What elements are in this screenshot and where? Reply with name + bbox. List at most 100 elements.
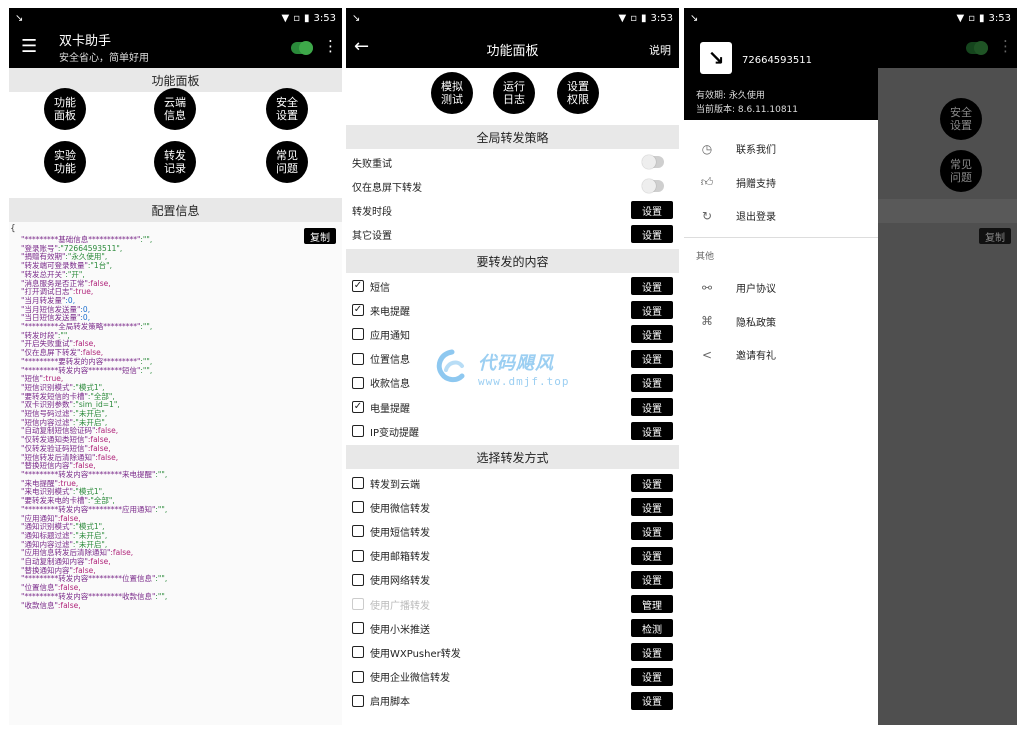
signal-icon: ↘ <box>690 12 699 24</box>
setting-button[interactable]: 设置 <box>631 422 673 441</box>
setting-row: ✓ 短信 设置 <box>346 274 679 298</box>
app-subtitle: 安全省心，简单好用 <box>59 53 149 64</box>
setting-button[interactable]: 设置 <box>631 277 673 295</box>
setting-label: 使用短信转发 <box>370 527 430 539</box>
sim-icon: ▫ <box>968 12 976 24</box>
master-toggle[interactable] <box>291 41 313 55</box>
help-button[interactable]: 说明 <box>649 42 671 58</box>
faq-button[interactable]: 常见 问题 <box>266 141 308 183</box>
setting-button[interactable]: 设置 <box>631 498 673 517</box>
bg-faq-button: 常见 问题 <box>940 150 982 192</box>
wifi-icon: ▼ <box>281 12 290 24</box>
setting-button[interactable]: 设置 <box>631 474 673 492</box>
setting-button[interactable]: 设置 <box>631 546 673 565</box>
setting-button[interactable]: 设置 <box>631 522 673 541</box>
checkbox[interactable] <box>352 477 364 489</box>
setting-label: 电量提醒 <box>370 403 410 415</box>
setting-row: 使用短信转发 设置 <box>346 519 679 543</box>
setting-label: 使用企业微信转发 <box>370 673 450 685</box>
drawer-item[interactable]: ⚯ 用户协议 <box>684 271 878 304</box>
run-log-button[interactable]: 运行 日志 <box>493 72 535 114</box>
setting-row: 使用WXPusher转发 设置 <box>346 640 679 664</box>
function-panel-button[interactable]: 功能 面板 <box>44 88 86 130</box>
checkbox[interactable] <box>352 376 364 389</box>
checkbox[interactable] <box>352 573 364 586</box>
setting-button[interactable]: 设置 <box>631 373 673 392</box>
checkbox[interactable] <box>352 425 364 438</box>
checkbox[interactable] <box>352 352 364 365</box>
setting-row: 失败重试 <box>346 150 679 174</box>
setting-toggle[interactable] <box>642 155 664 169</box>
drawer-item[interactable]: ↻ 退出登录 <box>684 199 878 232</box>
checkbox[interactable] <box>352 646 364 659</box>
cloud-info-button[interactable]: 云端 信息 <box>154 88 196 130</box>
security-settings-button[interactable]: 安全 设置 <box>266 88 308 130</box>
checkbox[interactable] <box>352 525 364 538</box>
setting-button[interactable]: 设置 <box>631 570 673 589</box>
menu-icon[interactable]: ☰ <box>21 37 37 57</box>
checkbox[interactable] <box>352 549 364 562</box>
setting-row: 其它设置 设置 <box>346 222 679 246</box>
experimental-button[interactable]: 实验 功能 <box>44 141 86 183</box>
checkbox[interactable] <box>352 598 364 610</box>
checkbox[interactable] <box>352 694 364 707</box>
link-icon: ⚯ <box>701 280 713 295</box>
setting-label: 转发到云端 <box>370 479 420 491</box>
forward-log-button[interactable]: 转发 记录 <box>154 141 196 183</box>
setting-button[interactable]: 设置 <box>631 643 673 662</box>
checkbox-checked[interactable]: ✓ <box>352 280 364 292</box>
setting-button[interactable]: 设置 <box>631 325 673 344</box>
setting-button[interactable]: 设置 <box>631 349 673 368</box>
setting-label: 使用广播转发 <box>370 600 430 612</box>
drawer-item[interactable]: ◷ 联系我们 <box>684 132 878 165</box>
status-time: 3:53 <box>650 12 673 24</box>
watermark: 代码飓风 www.dmjf.top <box>432 346 602 390</box>
checkbox-checked[interactable]: ✓ <box>352 304 364 317</box>
account-number: 72664593511 <box>742 55 812 66</box>
drawer-item[interactable]: 👍︎ 捐赠支持 <box>684 166 878 199</box>
setting-button[interactable]: 设置 <box>631 301 673 320</box>
drawer-item-label: 隐私政策 <box>736 317 776 329</box>
setting-label: 短信 <box>370 282 390 294</box>
drawer-item[interactable]: ⌘ 隐私政策 <box>684 305 878 338</box>
sim-icon: ▫ <box>293 12 301 24</box>
setting-button[interactable]: 设置 <box>631 691 673 710</box>
setting-button[interactable]: 管理 <box>631 595 673 613</box>
version-text: 当前版本: 8.6.11.10811 <box>696 105 799 115</box>
setting-button[interactable]: 设置 <box>631 667 673 686</box>
set-permission-button[interactable]: 设置 权限 <box>557 72 599 114</box>
watermark-url: www.dmjf.top <box>478 374 570 388</box>
simulate-test-button[interactable]: 模拟 测试 <box>431 72 473 114</box>
setting-label: 来电提醒 <box>370 306 410 318</box>
setting-button[interactable]: 设置 <box>631 201 673 219</box>
logout-icon: ↻ <box>701 208 713 223</box>
app-logo: ↘ <box>700 42 732 74</box>
setting-button[interactable]: 设置 <box>631 225 673 243</box>
setting-label: 使用网络转发 <box>370 576 430 588</box>
copy-button[interactable]: 复制 <box>304 228 336 244</box>
drawer-header: ↘ 72664593511 有效期: 永久使用 当前版本: 8.6.11.108… <box>684 28 878 120</box>
setting-label: 使用微信转发 <box>370 503 430 515</box>
screen-drawer: ↘ ▼ ▫ ▮ 3:53 ⋮ 安全 设置 常见 问题 复制 ↘ 7266459351… <box>684 8 1017 725</box>
drawer-item-label: 退出登录 <box>736 212 776 223</box>
checkbox[interactable] <box>352 670 364 683</box>
drawer-item[interactable]: < 邀请有礼 <box>684 338 878 371</box>
setting-toggle[interactable] <box>642 179 664 193</box>
panel-toolbar: ← 功能面板 说明 <box>346 28 679 68</box>
checkbox[interactable] <box>352 622 364 635</box>
setting-button[interactable]: 设置 <box>631 398 673 416</box>
status-time: 3:53 <box>988 12 1011 24</box>
bg-copy-button: 复制 <box>979 228 1011 244</box>
checkbox[interactable] <box>352 328 364 341</box>
setting-row: ✓ 来电提醒 设置 <box>346 298 679 322</box>
checkbox[interactable] <box>352 501 364 514</box>
checkbox-checked[interactable]: ✓ <box>352 401 364 413</box>
setting-button[interactable]: 检测 <box>631 619 673 638</box>
setting-row: 应用通知 设置 <box>346 322 679 346</box>
thumb-up-icon: 👍︎ <box>700 174 714 189</box>
status-bar: ↘ ▼ ▫ ▮ 3:53 <box>346 8 679 28</box>
setting-label: 收款信息 <box>370 379 410 391</box>
more-icon[interactable]: ⋮ <box>323 37 338 55</box>
section-content-header: 要转发的内容 <box>346 249 679 273</box>
setting-row: IP变动提醒 设置 <box>346 419 679 443</box>
